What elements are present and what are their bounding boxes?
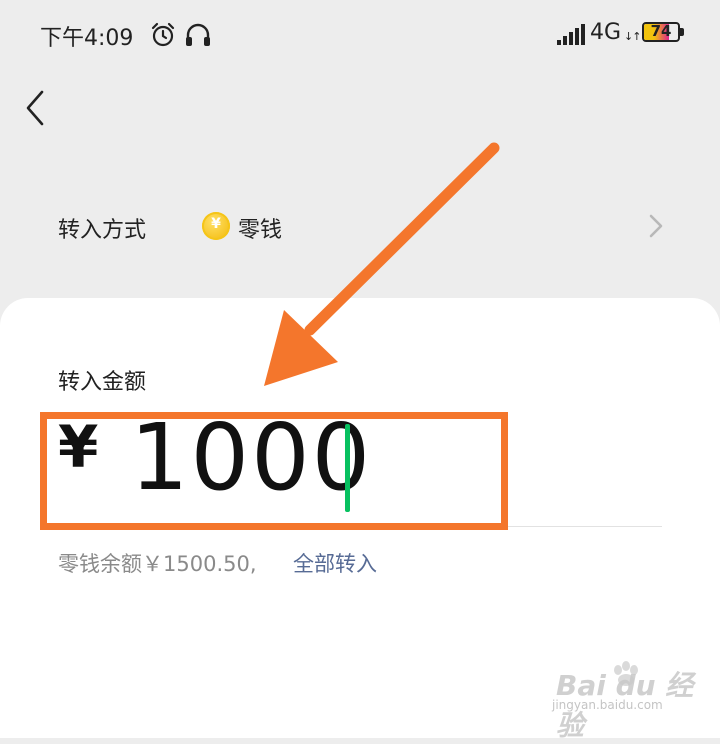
battery-icon: 74 — [642, 22, 680, 42]
chevron-right-icon[interactable] — [646, 212, 666, 240]
transfer-all-link[interactable]: 全部转入 — [293, 548, 377, 578]
annotation-highlight-box — [40, 412, 508, 530]
battery-cap — [680, 28, 684, 36]
signal-strength-icon — [557, 24, 585, 45]
network-type: 4G — [590, 20, 622, 45]
balance-text: 零钱余额￥1500.50, — [58, 552, 257, 576]
transfer-method-label: 转入方式 — [58, 218, 147, 243]
headset-icon — [186, 23, 210, 46]
chevron-left-icon[interactable] — [22, 88, 50, 128]
amount-label: 转入金额 — [58, 370, 147, 395]
transfer-method-value: 零钱 — [238, 218, 283, 243]
coin-icon: ¥ — [202, 212, 230, 240]
battery-level: 74 — [650, 22, 672, 40]
alarm-clock-icon — [151, 22, 175, 47]
network-activity-icon: ↓↑ — [624, 30, 641, 43]
coin-symbol: ¥ — [211, 216, 221, 232]
status-time: 下午4:09 — [40, 26, 134, 51]
watermark-site: jingyan.baidu.com — [552, 698, 663, 712]
